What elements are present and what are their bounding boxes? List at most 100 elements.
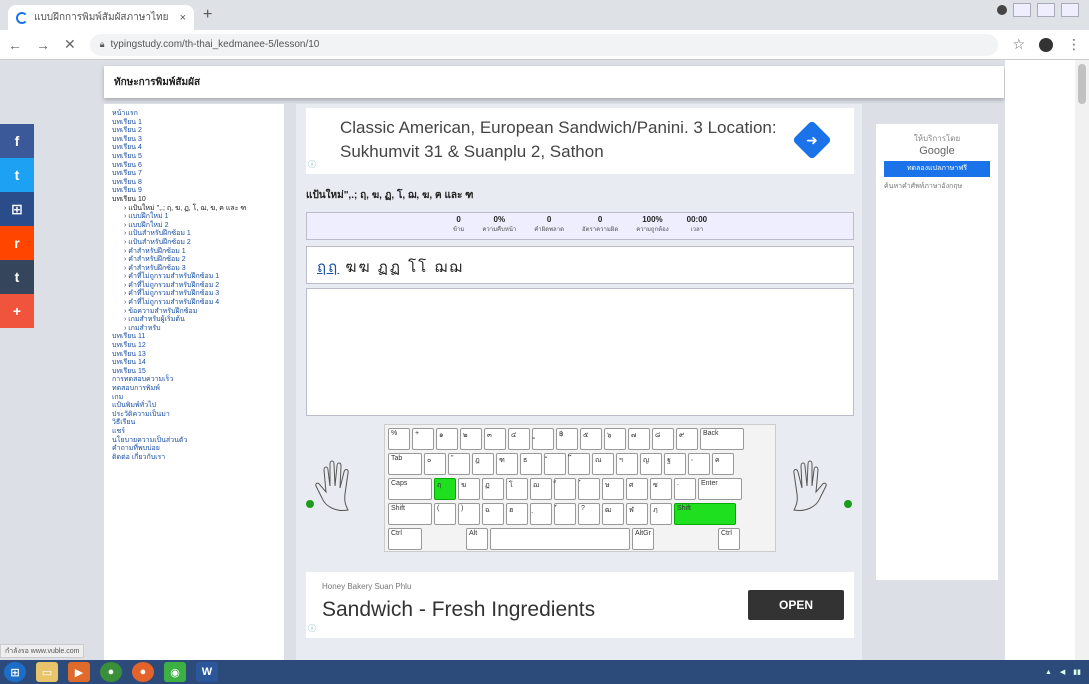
typing-input-area[interactable] (306, 288, 854, 416)
keyboard-key[interactable]: ฤ (434, 478, 456, 500)
keyboard-key[interactable]: Ctrl (388, 528, 422, 550)
sidebar-link[interactable]: แป้นพิมพ์ทั่วไป (112, 402, 276, 411)
sidebar-link[interactable]: › คำสำหรับฝึกซ้อม 2 (112, 256, 276, 265)
sidebar-link[interactable]: วิธีเรียน (112, 419, 276, 428)
explorer-icon[interactable]: ▭ (36, 662, 58, 682)
sidebar-link[interactable]: คำถามที่พบบ่อย (112, 445, 276, 454)
keyboard-key[interactable]: ซ (650, 478, 672, 500)
sidebar-link[interactable]: บทเรียน 2 (112, 127, 276, 136)
keyboard-key[interactable]: . (674, 478, 696, 500)
keyboard-key[interactable]: ฉ (482, 503, 504, 525)
keyboard-key[interactable]: ธ (520, 453, 542, 475)
search-dictionary-link[interactable]: ค้นหาคำศัพท์ภาษาอังกฤษ (884, 181, 990, 192)
keyboard-key[interactable]: ฿ (556, 428, 578, 450)
network-icon[interactable]: ▲ (1045, 669, 1052, 676)
browser-tab[interactable]: แบบฝึกการพิมพ์สัมผัสภาษาไทย × (8, 5, 194, 30)
keyboard-key[interactable]: โ (506, 478, 528, 500)
keyboard-key[interactable]: Shift (388, 503, 432, 525)
sidebar-link[interactable]: บทเรียน 7 (112, 170, 276, 179)
sidebar-link[interactable]: เกม (112, 394, 276, 403)
social-share-button[interactable]: t (0, 158, 34, 192)
sidebar-link[interactable]: บทเรียน 5 (112, 153, 276, 162)
tab-close-icon[interactable]: × (180, 12, 186, 24)
sidebar-link[interactable]: › คำที่ไม่ถูกรวมสำหรับฝึกซ้อม 3 (112, 290, 276, 299)
social-share-button[interactable]: t (0, 260, 34, 294)
sidebar-link[interactable]: บทเรียน 4 (112, 144, 276, 153)
keyboard-key[interactable]: ๙ (676, 428, 698, 450)
sidebar-link[interactable]: › คำสำหรับฝึกซ้อม 1 (112, 248, 276, 257)
sidebar-link[interactable]: › แป้นใหม่ ",.; ฤ, ฆ, ฏ, โ, ฌ, ฆ, ฅ และ … (112, 205, 276, 214)
keyboard-key[interactable]: ๗ (628, 428, 650, 450)
keyboard-key[interactable]: ฅ (712, 453, 734, 475)
keyboard-key[interactable]: Ctrl (718, 528, 740, 550)
keyboard-key[interactable]: ์ (554, 503, 576, 525)
keyboard-key[interactable]: ณ (592, 453, 614, 475)
keyboard-key[interactable]: Shift (674, 503, 736, 525)
keyboard-key[interactable]: ฮ (506, 503, 528, 525)
sidebar-link[interactable]: › แบบฝึกใหม่ 1 (112, 213, 276, 222)
media-icon[interactable]: ▶ (68, 662, 90, 682)
sidebar-link[interactable]: บทเรียน 13 (112, 351, 276, 360)
keyboard-key[interactable]: ๐ (424, 453, 446, 475)
scrollbar-thumb[interactable] (1078, 64, 1086, 104)
sidebar-link[interactable]: บทเรียน 6 (112, 162, 276, 171)
social-share-button[interactable]: ⊞ (0, 192, 34, 226)
maximize-button[interactable] (1037, 3, 1055, 17)
page-scrollbar[interactable] (1075, 60, 1089, 660)
keyboard-key[interactable]: AltGr (632, 528, 654, 550)
keyboard-key[interactable]: ๔ (508, 428, 530, 450)
bottom-ad-headline[interactable]: Sandwich - Fresh Ingredients (322, 598, 595, 622)
keyboard-key[interactable]: ๕ (580, 428, 602, 450)
keyboard-key[interactable]: ฑ (496, 453, 518, 475)
bottom-ad[interactable]: Honey Bakery Suan Phlu Sandwich - Fresh … (306, 572, 854, 638)
keyboard-key[interactable]: ฐ (664, 453, 686, 475)
keyboard-key[interactable]: , (688, 453, 710, 475)
sidebar-link[interactable]: ทดสอบการพิมพ์ (112, 385, 276, 394)
chrome-icon[interactable]: ● (100, 662, 122, 682)
keyboard-key[interactable]: Tab (388, 453, 422, 475)
keyboard-key[interactable]: ู (532, 428, 554, 450)
social-share-button[interactable]: + (0, 294, 34, 328)
translate-button[interactable]: ทดลองแปลภาษาฟรี (884, 161, 990, 177)
keyboard-key[interactable]: ( (434, 503, 456, 525)
new-tab-button[interactable]: + (203, 6, 212, 24)
sidebar-link[interactable]: แชร์ (112, 428, 276, 437)
sidebar-link[interactable]: › คำสำหรับฝึกซ้อม 3 (112, 265, 276, 274)
keyboard-key[interactable]: ฆ (458, 478, 480, 500)
keyboard-key[interactable]: ฎ (472, 453, 494, 475)
volume-icon[interactable]: ◀ (1060, 668, 1065, 676)
line-icon[interactable]: ◉ (164, 662, 186, 682)
stop-icon[interactable]: ✕ (64, 36, 76, 53)
word-icon[interactable]: W (196, 662, 218, 682)
sidebar-link[interactable]: › คำที่ไม่ถูกรวมสำหรับฝึกซ้อม 4 (112, 299, 276, 308)
sidebar-link[interactable]: บทเรียน 9 (112, 187, 276, 196)
keyboard-key[interactable]: " (448, 453, 470, 475)
keyboard-key[interactable]: ๑ (436, 428, 458, 450)
account-icon[interactable] (997, 5, 1007, 15)
address-bar[interactable]: 🔒︎ typingstudy.com/th-thai_kedmanee-5/le… (89, 33, 999, 56)
ad-open-button[interactable]: OPEN (748, 590, 844, 620)
sidebar-link[interactable]: การทดสอบความเร็ว (112, 376, 276, 385)
menu-icon[interactable]: ⋮ (1067, 36, 1081, 53)
keyboard-key[interactable]: ฌ (530, 478, 552, 500)
keyboard-key[interactable]: ฒ (602, 503, 624, 525)
keyboard-key[interactable]: ๊ (568, 453, 590, 475)
spacebar[interactable] (490, 528, 630, 550)
start-button[interactable]: ⊞ (4, 662, 26, 682)
sidebar-link[interactable]: บทเรียน 11 (112, 333, 276, 342)
keyboard-key[interactable]: ศ (626, 478, 648, 500)
keyboard-key[interactable]: ญ (640, 453, 662, 475)
firefox-icon[interactable]: ● (132, 662, 154, 682)
sidebar-link[interactable]: นโยบายความเป็นส่วนตัว (112, 437, 276, 446)
keyboard-key[interactable]: Enter (698, 478, 742, 500)
keyboard-key[interactable]: ๓ (484, 428, 506, 450)
lock-icon[interactable]: 🔒︎ (100, 39, 105, 50)
top-ad-text[interactable]: Classic American, European Sandwich/Pani… (340, 116, 800, 164)
keyboard-key[interactable]: ๋ (578, 478, 600, 500)
sidebar-link[interactable]: บทเรียน 14 (112, 359, 276, 368)
keyboard-key[interactable]: ฬ (626, 503, 648, 525)
sidebar-link[interactable]: › แป้นสำหรับฝึกซ้อม 1 (112, 230, 276, 239)
profile-avatar[interactable] (1039, 37, 1053, 52)
bookmark-star-icon[interactable]: ☆ (1012, 36, 1025, 53)
keyboard-key[interactable]: ๒ (460, 428, 482, 450)
